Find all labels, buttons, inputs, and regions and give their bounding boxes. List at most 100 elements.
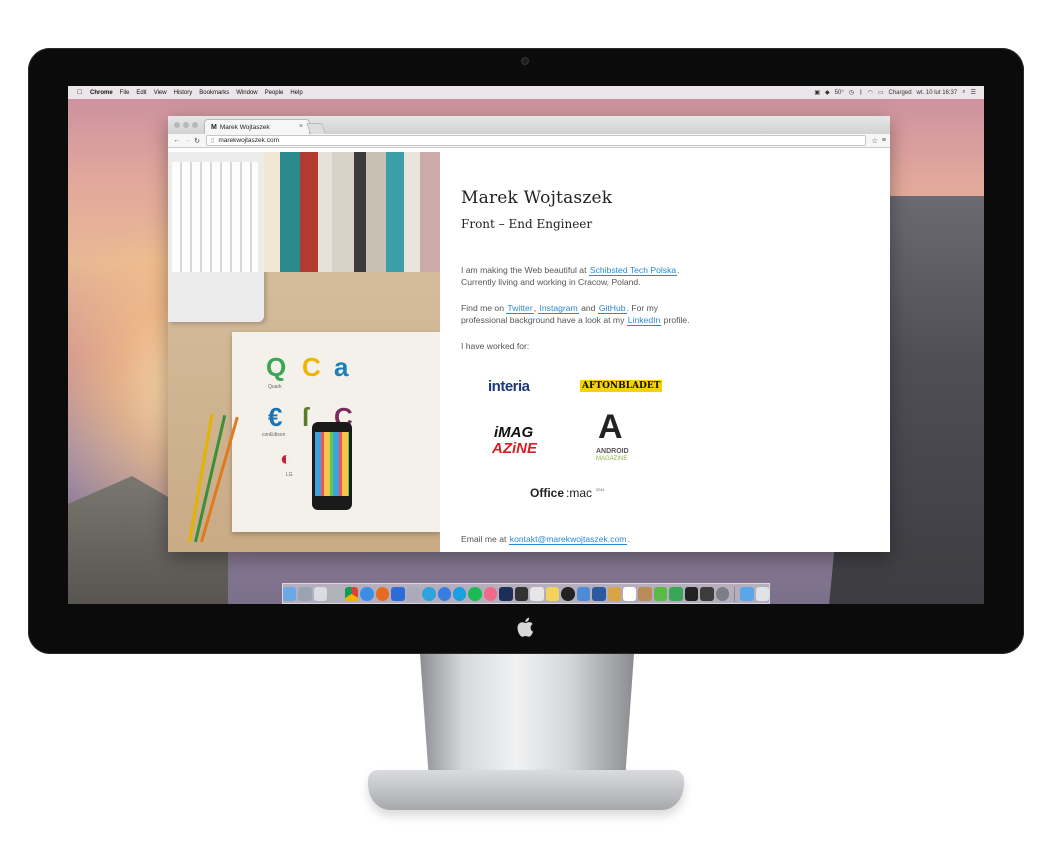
facetime-icon[interactable] — [669, 586, 683, 601]
tab-marek-wojtaszek[interactable]: M Marek Wojtaszek × — [204, 119, 310, 134]
address-bar[interactable]: ▯ marekwojtaszek.com — [206, 135, 866, 146]
chrome-icon[interactable] — [344, 586, 359, 601]
terminal-icon[interactable] — [514, 586, 529, 601]
dock — [282, 583, 770, 604]
dropbox-icon[interactable]: ◆ — [825, 89, 830, 96]
menu-view[interactable]: View — [154, 90, 167, 96]
tab-bar: M Marek Wojtaszek × — [168, 116, 890, 134]
url-text: marekwojtaszek.com — [218, 137, 279, 144]
bookmark-star-icon[interactable]: ☆ — [872, 137, 878, 145]
spotlight-icon[interactable]: ⌕ — [962, 89, 965, 96]
app-status-icon[interactable]: ▣ — [814, 89, 820, 96]
itunes-icon[interactable] — [483, 586, 498, 601]
photoshop-icon[interactable] — [499, 586, 513, 601]
browser-toolbar: ← → ↻ ▯ marekwojtaszek.com ☆ ≡ — [168, 134, 890, 148]
temperature-readout[interactable]: 50° — [835, 90, 844, 96]
messenger-icon[interactable] — [437, 586, 451, 601]
downloads-folder-icon[interactable] — [740, 586, 754, 601]
time-machine-icon[interactable]: ◷ — [849, 89, 854, 96]
launchpad-icon[interactable] — [298, 586, 312, 601]
telegram-icon[interactable] — [422, 586, 436, 601]
github-link[interactable]: GitHub — [597, 303, 627, 314]
notification-center-icon[interactable]: ☰ — [971, 89, 976, 96]
calendar-icon[interactable] — [622, 586, 637, 601]
books-icon[interactable] — [607, 586, 621, 601]
leaf-logo-icon: ſ — [302, 402, 310, 432]
back-arrow-icon[interactable]: ← — [172, 137, 182, 144]
system-preferences-icon[interactable] — [715, 586, 730, 601]
github-icon[interactable] — [561, 586, 575, 601]
schibsted-link[interactable]: Schibsted Tech Polska — [588, 265, 678, 276]
lg-logo-icon: ◐ — [280, 448, 293, 470]
office-year: 2011 — [596, 487, 605, 492]
menu-help[interactable]: Help — [290, 90, 302, 96]
menu-bookmarks[interactable]: Bookmarks — [199, 90, 229, 96]
page-content: Q Quark C a € conEdison ſ C ◐ LG Marek W… — [168, 152, 890, 552]
xcode-icon[interactable] — [576, 586, 591, 601]
mail-icon[interactable] — [530, 586, 544, 601]
menu-file[interactable]: File — [120, 90, 130, 96]
dock-separator — [734, 585, 736, 602]
hero-photo: Q Quark C a € conEdison ſ C ◐ LG — [168, 152, 440, 552]
lg-label: LG — [286, 472, 293, 478]
android-magazine-logo-icon: A — [598, 408, 622, 446]
chrome-menu-icon[interactable]: ≡ — [882, 137, 886, 144]
social-paragraph: Find me on Twitter, Instagram and GitHub… — [461, 303, 690, 326]
evernote-icon[interactable] — [653, 586, 668, 601]
new-tab-button[interactable] — [305, 123, 327, 134]
preview-icon[interactable] — [313, 586, 328, 601]
menu-edit[interactable]: Edit — [136, 90, 146, 96]
stage:  Chrome File Edit View History Bookmark… — [0, 0, 1052, 859]
aftonbladet-logo: AFTONBLADET — [580, 380, 663, 392]
android-logo-text: ANDROID — [596, 448, 629, 455]
firefox-icon[interactable] — [375, 586, 390, 601]
trash-icon[interactable] — [755, 586, 769, 601]
zoom-window-button[interactable] — [192, 122, 198, 128]
battery-status[interactable]: Charged — [889, 90, 912, 96]
tab-close-icon[interactable]: × — [299, 123, 303, 130]
iphone-image — [312, 422, 352, 510]
menu-history[interactable]: History — [174, 90, 193, 96]
activity-monitor-icon[interactable] — [684, 586, 699, 601]
interia-logo: interia — [488, 378, 530, 395]
virtualbox-icon[interactable] — [592, 586, 606, 601]
c-logo-icon: C — [302, 352, 321, 382]
reload-icon[interactable]: ↻ — [192, 137, 202, 145]
spark-icon[interactable] — [391, 586, 405, 601]
instagram-link[interactable]: Instagram — [538, 303, 579, 314]
camera-icon — [521, 57, 529, 65]
status-area: ▣ ◆ 50° ◷ ᛒ ◠ ▭ Charged wt. 10 lut 16:37… — [814, 89, 984, 96]
skype-icon[interactable] — [452, 586, 467, 601]
minimize-window-button[interactable] — [183, 122, 189, 128]
conedison-logo-icon: € — [268, 402, 283, 432]
linkedin-link[interactable]: LinkedIn — [626, 315, 662, 326]
contacts-icon[interactable] — [638, 586, 652, 601]
finder-icon[interactable] — [283, 586, 297, 601]
intro-text: I am making the Web beautiful at — [461, 265, 587, 275]
email-paragraph: Email me at kontakt@marekwojtaszek.com. — [461, 534, 630, 545]
twitter-link[interactable]: Twitter — [506, 303, 534, 314]
menu-bar:  Chrome File Edit View History Bookmark… — [68, 86, 984, 99]
menu-window[interactable]: Window — [236, 90, 257, 96]
menu-people[interactable]: People — [265, 90, 284, 96]
forward-arrow-icon[interactable]: → — [182, 137, 192, 144]
console-icon[interactable] — [700, 586, 714, 601]
at-logo-icon: a — [334, 352, 349, 382]
email-link[interactable]: kontakt@marekwojtaszek.com — [508, 534, 628, 545]
rocket-icon[interactable] — [406, 586, 421, 601]
notes-icon[interactable] — [545, 586, 560, 601]
wifi-icon[interactable]: ◠ — [868, 89, 873, 96]
safari-icon[interactable] — [360, 586, 374, 601]
and-text: and — [581, 303, 596, 313]
apple-menu-icon[interactable]:  — [77, 89, 84, 96]
clock[interactable]: wt. 10 lut 16:37 — [917, 90, 958, 96]
menu-chrome[interactable]: Chrome — [90, 90, 113, 96]
bluetooth-icon[interactable]: ᛒ — [859, 90, 863, 96]
office-logo: Office — [530, 486, 565, 500]
find-text: Find me on — [461, 303, 504, 313]
spotify-icon[interactable] — [468, 586, 482, 601]
disk-utility-icon[interactable] — [329, 586, 343, 601]
close-window-button[interactable] — [174, 122, 180, 128]
battery-icon[interactable]: ▭ — [878, 89, 884, 96]
job-title: Front – End Engineer — [461, 217, 593, 231]
